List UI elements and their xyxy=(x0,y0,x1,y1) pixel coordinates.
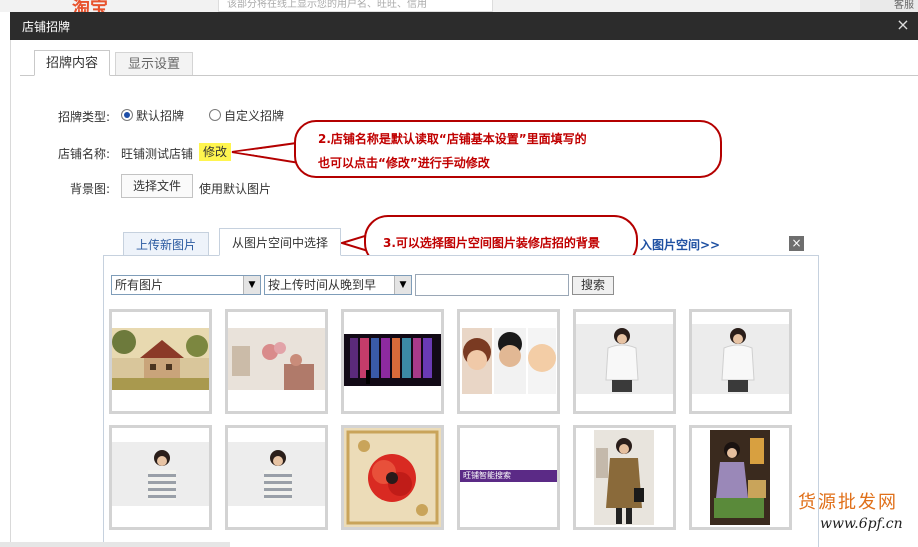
background-right-text: 客服 xyxy=(860,0,918,12)
sort-order-select[interactable]: 按上传时间从晚到早 ▼ xyxy=(264,275,412,295)
watermark-title: 货源批发网 xyxy=(798,492,898,513)
watermark-url: www.6pf.cn xyxy=(820,516,903,532)
model-white-sweater-photo-icon xyxy=(576,312,673,411)
search-button[interactable]: 搜索 xyxy=(572,276,614,295)
image-filter-value: 所有图片 xyxy=(115,278,164,292)
background-search-input: 该部分将在线上显示您的用户名、旺旺、信用 xyxy=(218,0,493,12)
model-striped-sweater-photo-icon xyxy=(112,428,209,527)
thumbnail-2[interactable] xyxy=(225,309,328,414)
thumbnail-12[interactable] xyxy=(689,425,792,530)
dialog-close-icon[interactable]: × xyxy=(894,16,912,34)
flowers-photo-icon xyxy=(228,312,325,411)
radio-custom-sign-label[interactable]: 自定义招牌 xyxy=(224,107,284,124)
thumbnail-8[interactable] xyxy=(225,425,328,530)
chevron-down-icon: ▼ xyxy=(394,276,411,294)
tab-divider xyxy=(20,75,918,76)
model-coat-photo-icon xyxy=(576,428,673,527)
chevron-down-icon: ▼ xyxy=(243,276,260,294)
thumbnail-1[interactable] xyxy=(109,309,212,414)
dialog-titlebar: 店铺招牌 × xyxy=(10,12,918,40)
model-white-sweater-photo-icon xyxy=(692,312,789,411)
radio-custom-sign[interactable] xyxy=(209,109,221,121)
house-photo-icon xyxy=(112,312,209,411)
image-filter-select[interactable]: 所有图片 ▼ xyxy=(111,275,261,295)
tab-upload-new-image[interactable]: 上传新图片 xyxy=(123,232,209,256)
tab-select-from-image-space[interactable]: 从图片空间中选择 xyxy=(219,228,341,256)
bottom-strip xyxy=(0,542,230,547)
thumbnail-10[interactable]: 旺铺智能搜索 xyxy=(457,425,560,530)
night-lights-photo-icon xyxy=(344,312,441,411)
callout-2-line2: 也可以点击“修改”进行手动修改 xyxy=(318,156,490,170)
image-search-input[interactable] xyxy=(415,274,569,296)
dialog-title: 店铺招牌 xyxy=(22,20,71,34)
model-dress-photo-icon xyxy=(692,428,789,527)
tab-sign-content[interactable]: 招牌内容 xyxy=(34,50,110,76)
background-image-label: 背景图: xyxy=(69,182,110,196)
thumbnail-4[interactable] xyxy=(457,309,560,414)
callout-2-line1: 2.店铺名称是默认读取“店铺基本设置”里面填写的 xyxy=(318,132,587,146)
shop-name-value: 旺铺测试店铺 xyxy=(121,147,194,161)
thumbnail-3[interactable] xyxy=(341,309,444,414)
sort-order-value: 按上传时间从晚到早 xyxy=(268,278,377,292)
shop-name-label: 店铺名称: xyxy=(57,147,110,161)
thumbnail-9[interactable] xyxy=(341,425,444,530)
callout-2: 2.店铺名称是默认读取“店铺基本设置”里面填写的 也可以点击“修改”进行手动修改 xyxy=(294,120,722,178)
enter-image-space-link[interactable]: 入图片空间>> xyxy=(640,236,720,253)
picker-close-icon[interactable]: × xyxy=(789,236,804,251)
banner-caption: 旺铺智能搜索 xyxy=(463,471,511,480)
tab-display-settings[interactable]: 显示设置 xyxy=(115,52,193,76)
thumbnail-7[interactable] xyxy=(109,425,212,530)
thumbnail-6[interactable] xyxy=(689,309,792,414)
model-striped-sweater-photo-icon xyxy=(228,428,325,527)
faces-photo-icon xyxy=(460,312,557,411)
radio-default-sign-label[interactable]: 默认招牌 xyxy=(136,107,184,124)
callout-3-text: 3.可以选择图片空间图片装修店招的背景 xyxy=(383,236,600,250)
choose-file-button[interactable]: 选择文件 xyxy=(121,174,193,198)
radio-default-sign[interactable] xyxy=(121,109,133,121)
sign-type-label: 招牌类型: xyxy=(57,110,110,124)
poppy-art-photo-icon xyxy=(344,428,441,527)
default-image-hint: 使用默认图片 xyxy=(199,182,272,196)
thumbnail-5[interactable] xyxy=(573,309,676,414)
edit-name-button[interactable]: 修改 xyxy=(199,143,232,161)
thumbnail-11[interactable] xyxy=(573,425,676,530)
